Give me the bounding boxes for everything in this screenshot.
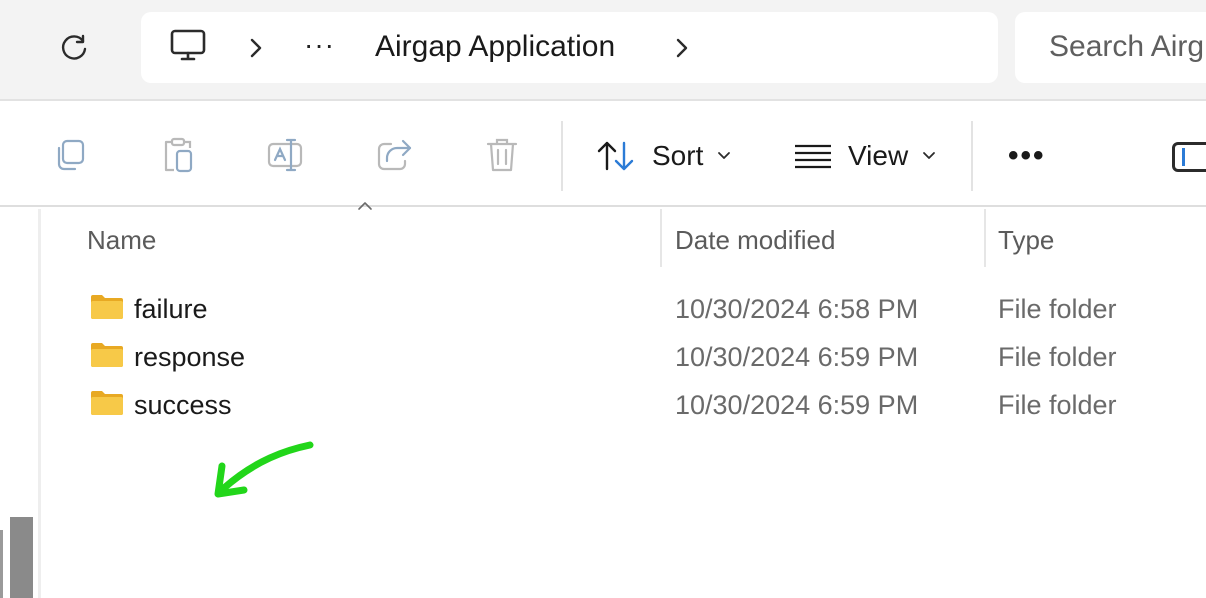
annotation-arrow-icon bbox=[214, 441, 314, 498]
navigation-scrollbar[interactable] bbox=[10, 517, 33, 598]
column-divider[interactable] bbox=[660, 209, 662, 267]
file-row[interactable]: failure 10/30/2024 6:58 PM File folder bbox=[88, 285, 1206, 331]
copy-button[interactable] bbox=[50, 135, 90, 175]
sort-label: Sort bbox=[652, 140, 704, 171]
column-header-type[interactable]: Type bbox=[998, 224, 1054, 256]
file-date-modified: 10/30/2024 6:58 PM bbox=[675, 294, 919, 324]
view-button[interactable]: View bbox=[794, 129, 936, 183]
computer-icon bbox=[170, 29, 206, 61]
copy-icon bbox=[57, 139, 85, 171]
breadcrumb-ellipsis[interactable]: ··· bbox=[304, 31, 335, 59]
file-type: File folder bbox=[998, 294, 1117, 324]
file-type: File folder bbox=[998, 342, 1117, 372]
sort-button[interactable]: Sort bbox=[596, 129, 731, 183]
breadcrumb-chevron[interactable] bbox=[247, 36, 265, 65]
file-date-modified: 10/30/2024 6:59 PM bbox=[675, 390, 919, 420]
chevron-right-icon bbox=[250, 38, 262, 58]
folder-icon bbox=[91, 391, 123, 415]
navigation-pane-divider bbox=[38, 209, 41, 598]
delete-button[interactable] bbox=[482, 135, 522, 175]
rename-button[interactable] bbox=[266, 135, 306, 175]
more-options-button[interactable]: ••• bbox=[1008, 141, 1046, 171]
search-placeholder: Search Airg bbox=[1049, 30, 1205, 63]
folder-icon bbox=[91, 343, 123, 367]
file-name: failure bbox=[134, 294, 208, 324]
file-type: File folder bbox=[998, 390, 1117, 420]
address-bar[interactable]: ··· Airgap Application bbox=[141, 12, 998, 83]
address-row: ··· Airgap Application Search Airg bbox=[0, 0, 1206, 101]
share-button[interactable] bbox=[374, 135, 414, 175]
file-name: success bbox=[134, 390, 232, 420]
file-row[interactable]: success 10/30/2024 6:59 PM File folder bbox=[88, 381, 1206, 427]
chevron-down-icon bbox=[718, 152, 731, 159]
view-list-icon bbox=[795, 144, 831, 169]
details-pane-button[interactable] bbox=[1172, 142, 1206, 172]
command-bar: Sort View ••• bbox=[0, 103, 1206, 207]
paste-button[interactable] bbox=[158, 135, 198, 175]
column-header-name[interactable]: Name bbox=[87, 224, 156, 256]
paste-icon bbox=[164, 137, 193, 173]
share-icon bbox=[377, 139, 412, 171]
sort-ascending-icon bbox=[358, 202, 372, 210]
file-row[interactable]: response 10/30/2024 6:59 PM File folder bbox=[88, 333, 1206, 379]
refresh-icon bbox=[61, 34, 87, 60]
folder-icon bbox=[91, 295, 123, 319]
trash-icon bbox=[486, 138, 518, 172]
column-divider[interactable] bbox=[984, 209, 986, 267]
navigation-pane-edge bbox=[0, 530, 3, 598]
file-name: response bbox=[134, 342, 246, 372]
rename-icon bbox=[267, 138, 303, 172]
chevron-down-icon bbox=[923, 152, 936, 159]
file-date-modified: 10/30/2024 6:59 PM bbox=[675, 342, 919, 372]
toolbar-separator bbox=[561, 121, 563, 191]
refresh-button[interactable] bbox=[52, 26, 96, 70]
toolbar-separator bbox=[971, 121, 973, 191]
this-pc-button[interactable] bbox=[169, 28, 207, 69]
column-header-date-modified[interactable]: Date modified bbox=[675, 224, 835, 256]
chevron-right-icon bbox=[676, 38, 688, 58]
breadcrumb-current-folder[interactable]: Airgap Application bbox=[375, 30, 615, 64]
view-label: View bbox=[848, 140, 909, 171]
search-input[interactable]: Search Airg bbox=[1015, 12, 1206, 83]
breadcrumb-chevron-end[interactable] bbox=[673, 36, 691, 65]
sort-icon bbox=[597, 141, 634, 171]
